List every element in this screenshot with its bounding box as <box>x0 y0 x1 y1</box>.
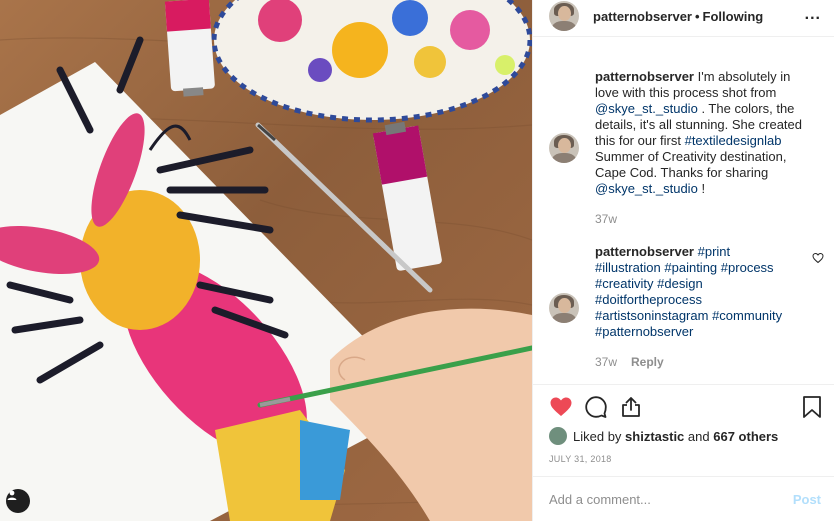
comment-tag[interactable]: #doitfortheprocess <box>595 292 702 307</box>
more-options-icon[interactable]: ... <box>805 6 821 24</box>
post-panel: patternobserver • Following ... patternobs… <box>532 0 834 521</box>
caption-text-3: Summer of Creativity destination, Cape C… <box>595 149 787 180</box>
comment-input[interactable]: Add a comment... <box>549 492 651 507</box>
reply-button[interactable]: Reply <box>631 355 664 369</box>
post-button[interactable]: Post <box>793 492 821 507</box>
comments-section: patternobserver I'm absolutely in love w… <box>533 36 834 384</box>
caption-username[interactable]: patternobserver <box>595 69 694 84</box>
comment-tag[interactable]: #illustration <box>595 260 661 275</box>
heart-filled-icon[interactable] <box>549 395 573 419</box>
share-icon[interactable] <box>619 395 643 419</box>
post-actions: Liked by shiztastic and 667 others JULY … <box>533 384 834 476</box>
caption-avatar[interactable] <box>549 133 579 163</box>
author-username[interactable]: patternobserver <box>593 9 692 24</box>
comment-text: patternobserver #print #illustration #pa… <box>595 244 817 340</box>
heart-outline-icon[interactable] <box>812 252 824 264</box>
post-date: JULY 31, 2018 <box>549 454 612 464</box>
post-header: patternobserver • Following ... <box>533 0 834 36</box>
caption-age-text: 37w <box>595 212 618 226</box>
comment-bubble-icon[interactable] <box>584 395 608 419</box>
caption-age: 37w <box>595 212 617 226</box>
add-comment-bar: Add a comment... Post <box>533 476 834 521</box>
author-avatar[interactable] <box>549 1 579 31</box>
user-tag-icon[interactable] <box>6 489 30 513</box>
comment-tag[interactable]: #process <box>721 260 774 275</box>
comment-tag[interactable]: #painting <box>664 260 717 275</box>
bookmark-icon[interactable] <box>801 395 823 419</box>
separator-dot: • <box>694 9 700 24</box>
comment-tag[interactable]: #creativity <box>595 276 654 291</box>
likes-line: Liked by shiztastic and 667 others <box>549 427 778 445</box>
comment-tag[interactable]: #design <box>657 276 703 291</box>
caption-text-4: ! <box>701 181 706 196</box>
caption-mention-2[interactable]: @skye_st._studio <box>595 181 698 196</box>
caption-text: patternobserver I'm absolutely in love w… <box>595 69 817 197</box>
likes-prefix: Liked by <box>573 428 622 444</box>
comment-tag[interactable]: #artistsoninstagram <box>595 308 708 323</box>
following-button[interactable]: Following <box>703 9 764 24</box>
painting-illustration <box>0 0 532 521</box>
comment-tag[interactable]: #print <box>698 244 731 259</box>
author-line: patternobserver • Following <box>593 9 763 24</box>
comment-username[interactable]: patternobserver <box>595 244 694 259</box>
likes-middle: and <box>687 428 710 444</box>
caption-hashtag[interactable]: #textiledesignlab <box>685 133 782 148</box>
caption-mention-1[interactable]: @skye_st._studio <box>595 101 698 116</box>
comment-avatar[interactable] <box>549 293 579 323</box>
comment-tag[interactable]: #patternobserver <box>595 324 693 339</box>
likes-count-link[interactable]: 667 others <box>713 429 778 444</box>
comment-tag[interactable]: #community <box>712 308 782 323</box>
liker-username[interactable]: shiztastic <box>625 429 684 444</box>
post-photo[interactable] <box>0 0 532 521</box>
liker-avatar[interactable] <box>549 427 567 445</box>
comment-meta: 37w Reply <box>595 355 664 369</box>
comment-age: 37w <box>595 355 618 369</box>
